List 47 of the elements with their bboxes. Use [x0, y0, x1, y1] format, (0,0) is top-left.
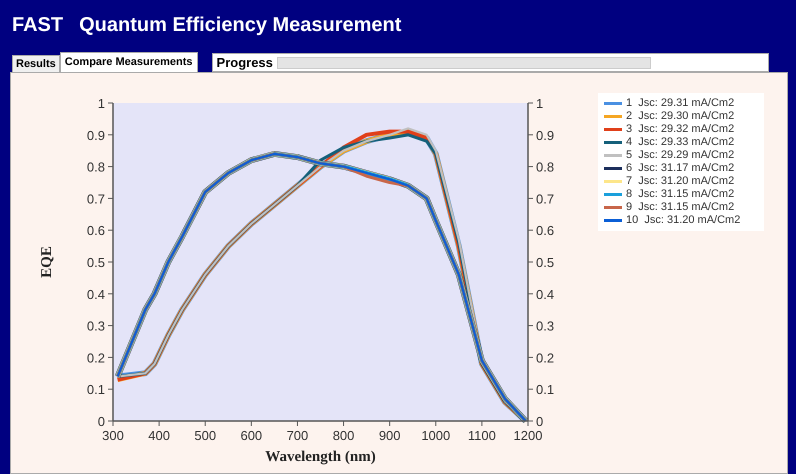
tick-label: 0.6	[86, 223, 105, 238]
tick-label: 0.7	[86, 191, 105, 206]
tick-label: 0.3	[536, 318, 554, 334]
legend-label: 1 Jsc: 29.31 mA/Cm2	[626, 96, 734, 111]
tick-label: 0.9	[536, 128, 554, 143]
tick-label: 0	[536, 414, 544, 429]
legend-label: 2 Jsc: 29.30 mA/Cm2	[626, 109, 734, 124]
progress-label: Progress	[216, 54, 273, 72]
y-axis-title: EQE	[39, 246, 55, 278]
tick-label: 0	[98, 414, 105, 429]
legend-label: 8 Jsc: 31.15 mA/Cm2	[626, 187, 734, 202]
tick-label: 0.5	[86, 255, 105, 270]
legend-label: 3 Jsc: 29.32 mA/Cm2	[626, 122, 734, 137]
tick-label: 0.1	[86, 382, 105, 398]
tick-label: 1	[536, 96, 544, 111]
tick-label: 0.4	[536, 286, 554, 302]
tick-label: 0.7	[536, 191, 554, 206]
tick-label: 0.6	[536, 223, 554, 238]
legend-label: 6 Jsc: 31.17 mA/Cm2	[626, 161, 734, 176]
tick-label: 400	[148, 428, 170, 443]
tick-label: 0.2	[536, 350, 554, 366]
tick-label: 1	[98, 96, 105, 111]
tick-label: 0.4	[86, 286, 105, 302]
legend-label: 10 Jsc: 31.20 mA/Cm2	[626, 213, 740, 228]
window-title: Quantum Efficiency Measurement	[79, 13, 402, 38]
tick-label: 1000	[421, 428, 450, 443]
legend-label: 7 Jsc: 31.20 mA/Cm2	[626, 174, 734, 189]
tick-label: 600	[240, 428, 262, 443]
tick-label: 0.5	[536, 255, 554, 270]
tick-label: 900	[378, 428, 401, 443]
legend-label: 5 Jsc: 29.29 mA/Cm2	[626, 148, 734, 163]
tick-label: 1100	[468, 428, 496, 443]
legend-label: 4 Jsc: 29.33 mA/Cm2	[626, 135, 734, 150]
tick-label: 800	[332, 428, 354, 443]
tick-label: 0.3	[86, 318, 105, 334]
x-axis-title: Wavelength (nm)	[265, 449, 376, 465]
tick-label: 0.8	[536, 160, 554, 175]
legend-label: 9 Jsc: 31.15 mA/Cm2	[626, 200, 734, 215]
tick-label: 0.9	[86, 128, 105, 143]
tick-label: 0.8	[86, 160, 105, 175]
tick-label: 700	[286, 428, 308, 443]
app-name: FAST	[12, 13, 64, 38]
tick-label: 1200	[514, 428, 542, 443]
tick-label: 0.2	[86, 350, 105, 366]
tick-label: 0.1	[536, 382, 554, 398]
tick-label: 300	[102, 428, 124, 443]
tick-label: 500	[194, 428, 216, 443]
